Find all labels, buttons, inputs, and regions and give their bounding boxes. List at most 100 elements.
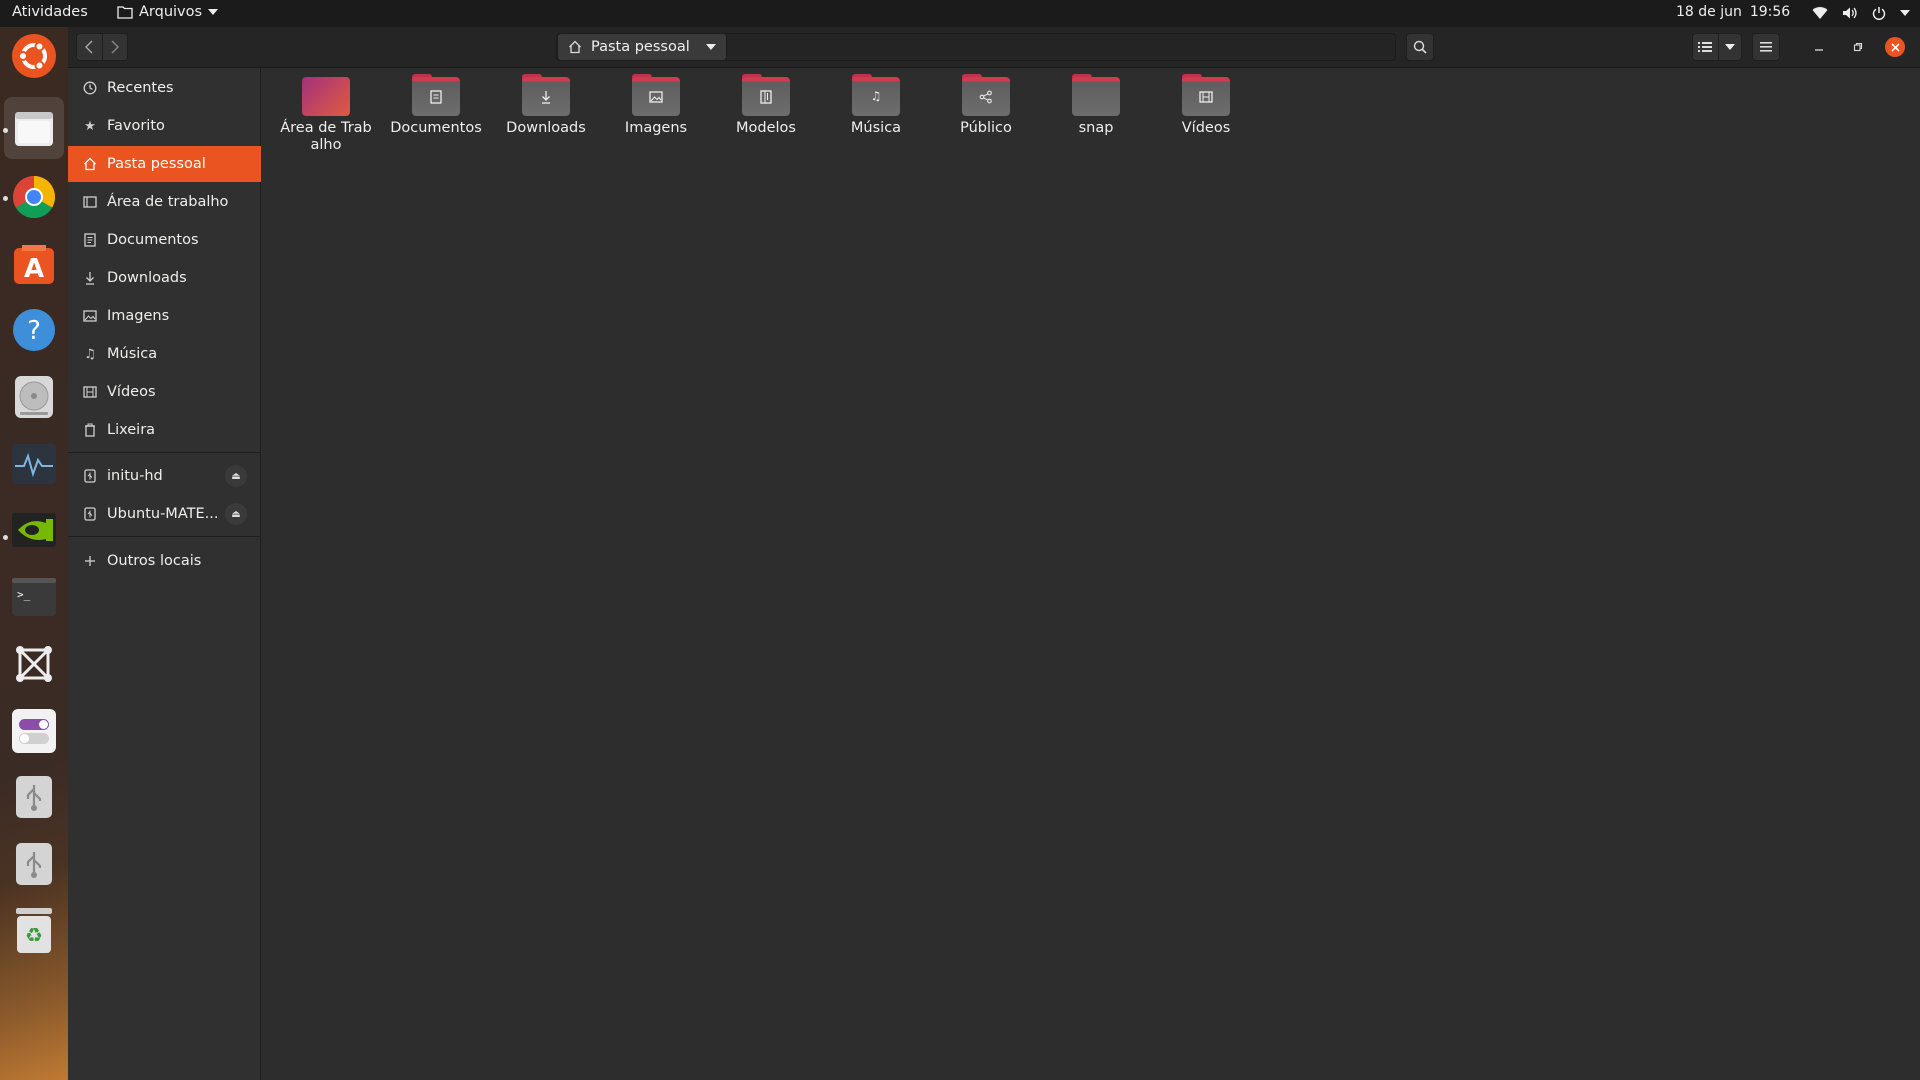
nav-buttons [76, 33, 128, 61]
minimize-icon [1815, 49, 1823, 51]
folder-label: Imagens [624, 120, 688, 136]
folder-modelos[interactable]: Modelos [716, 74, 816, 137]
app-menu[interactable]: Arquivos [117, 4, 219, 20]
help-icon[interactable]: ? [10, 306, 58, 354]
terminal-icon[interactable]: >_ [10, 573, 58, 621]
sidebar-item-outros-locais[interactable]: Outros locais [68, 543, 261, 579]
chevron-down-icon[interactable] [706, 44, 716, 50]
folder-videos[interactable]: Vídeos [1156, 74, 1256, 137]
settings-toggle-icon[interactable] [10, 707, 58, 755]
activities-button[interactable]: Atividades [12, 4, 88, 20]
sidebar-item-downloads[interactable]: Downloads [68, 260, 261, 296]
usb-drive-icon[interactable] [10, 773, 58, 821]
folder-area-de-trabalho[interactable]: Área de Trabalho [276, 74, 376, 154]
sidebar-item-label: Música [107, 346, 158, 362]
sidebar-item-label: Recentes [107, 80, 174, 96]
sidebar-item-recentes[interactable]: Recentes [68, 70, 261, 106]
ubuntu-logo-icon[interactable] [10, 32, 58, 80]
folder-snap[interactable]: snap [1046, 74, 1146, 137]
sidebar-item-label: Ubuntu-MATE... [107, 506, 219, 522]
restore-icon [1853, 42, 1863, 52]
folder-imagens[interactable]: Imagens [606, 74, 706, 137]
sidebar-item-pasta-pessoal[interactable]: Pasta pessoal [68, 146, 261, 182]
sidebar-item-label: Vídeos [107, 384, 156, 400]
svg-text:A: A [24, 254, 44, 284]
folder-label: Vídeos [1181, 120, 1231, 136]
eject-button[interactable]: ⏏ [225, 465, 247, 487]
wifi-icon [1812, 7, 1828, 20]
path-bar[interactable]: Pasta pessoal [556, 33, 1396, 61]
system-monitor-icon[interactable] [10, 440, 58, 488]
view-toggle-group [1692, 33, 1742, 61]
view-options-button[interactable] [1717, 34, 1741, 60]
maximize-button[interactable] [1848, 37, 1868, 57]
minimize-button[interactable] [1809, 37, 1829, 57]
main-menu-button[interactable] [1752, 33, 1780, 61]
trash-icon [82, 422, 98, 438]
sidebar-item-documentos[interactable]: Documentos [68, 222, 261, 258]
folder-downloads[interactable]: Downloads [496, 74, 596, 137]
folder-icon [117, 6, 133, 19]
trash-icon[interactable]: ♻ [10, 907, 58, 955]
image-icon [82, 308, 98, 324]
clock[interactable]: 18 de jun 19:56 [1676, 4, 1790, 20]
sidebar-item-initu-hd[interactable]: initu-hd ⏏ [68, 458, 261, 494]
video-icon [82, 384, 98, 400]
sidebar-item-lixeira[interactable]: Lixeira [68, 412, 261, 448]
sidebar: Recentes ★ Favorito Pasta pessoal Área d… [68, 68, 261, 1080]
software-center-icon[interactable]: A [10, 240, 58, 288]
close-button[interactable] [1885, 37, 1905, 57]
disks-icon[interactable] [10, 373, 58, 421]
nvidia-icon[interactable] [10, 506, 58, 554]
power-icon [1872, 7, 1886, 20]
sidebar-item-area-de-trabalho[interactable]: Área de trabalho [68, 184, 261, 220]
sidebar-item-favorito[interactable]: ★ Favorito [68, 108, 261, 144]
usb-drive-icon[interactable] [10, 840, 58, 888]
sidebar-item-ubuntu-mate[interactable]: Ubuntu-MATE... ⏏ [68, 496, 261, 532]
files-app-icon[interactable] [4, 97, 64, 159]
folder-publico[interactable]: Público [936, 74, 1036, 137]
file-view[interactable]: Área de Trabalho Documentos Downloads Im… [262, 68, 1920, 1080]
chevron-down-icon [1724, 44, 1735, 50]
music-icon: ♫ [84, 346, 96, 362]
dock: A ? >_ ♻ [0, 27, 68, 1080]
search-button[interactable] [1406, 33, 1434, 61]
sidebar-item-label: Documentos [107, 232, 199, 248]
folder-musica[interactable]: ♫ Música [826, 74, 926, 137]
breadcrumb-home[interactable]: Pasta pessoal [557, 33, 727, 61]
downloads-folder-icon [522, 74, 570, 116]
documents-folder-icon [412, 74, 460, 116]
forward-button[interactable] [101, 34, 127, 60]
chevron-down-icon [1900, 10, 1910, 16]
svg-text:?: ? [27, 316, 41, 346]
search-icon [1413, 40, 1427, 54]
desktop-folder-icon [302, 74, 350, 116]
chevron-left-icon [85, 40, 93, 54]
list-view-button[interactable] [1693, 41, 1718, 53]
eject-button[interactable]: ⏏ [225, 503, 247, 525]
sidebar-item-musica[interactable]: ♫ Música [68, 336, 261, 372]
screenshot-tool-icon[interactable] [10, 640, 58, 688]
sidebar-item-imagens[interactable]: Imagens [68, 298, 261, 334]
svg-text:♻: ♻ [25, 923, 43, 947]
top-bar: Atividades Arquivos 18 de jun 19:56 [0, 0, 1920, 27]
sidebar-item-label: Imagens [107, 308, 170, 324]
sidebar-item-label: initu-hd [107, 468, 163, 484]
close-icon [1890, 42, 1900, 52]
sidebar-item-videos[interactable]: Vídeos [68, 374, 261, 410]
chrome-icon[interactable] [10, 173, 58, 221]
svg-text:>_: >_ [17, 588, 31, 601]
videos-folder-icon [1182, 74, 1230, 116]
volume-icon [1843, 7, 1857, 19]
system-tray[interactable] [1812, 3, 1910, 23]
breadcrumb-label: Pasta pessoal [591, 39, 690, 55]
sidebar-item-label: Área de trabalho [107, 194, 229, 210]
chevron-right-icon [111, 40, 119, 54]
folder-documentos[interactable]: Documentos [386, 74, 486, 137]
plus-icon [82, 553, 98, 569]
folder-label: snap [1078, 120, 1114, 136]
clock-icon [82, 80, 98, 96]
back-button[interactable] [77, 40, 102, 54]
list-view-icon [1698, 42, 1713, 52]
folder-label: Downloads [506, 120, 586, 136]
